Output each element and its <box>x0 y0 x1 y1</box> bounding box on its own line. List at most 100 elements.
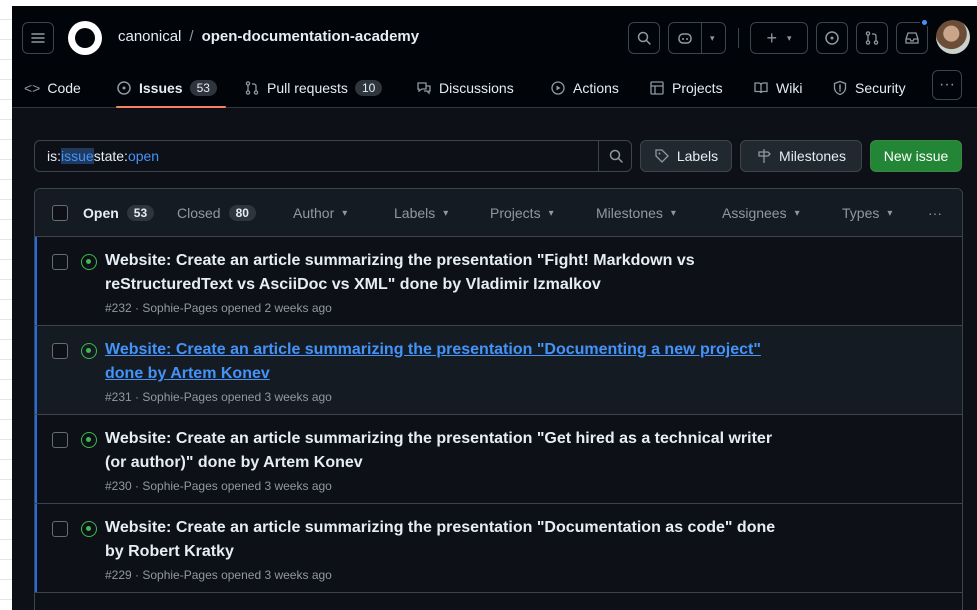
issue-opened-icon <box>117 81 131 95</box>
issue-title-link[interactable]: Website: Create an article summarizing t… <box>105 516 785 564</box>
closed-issues-filter[interactable]: Closed 80 <box>177 189 256 237</box>
issue-row[interactable]: Website: Create an article summarizing t… <box>35 237 962 326</box>
issue-title-link[interactable]: Website: Create an article summarizing t… <box>105 427 785 475</box>
issue-opened-icon <box>81 432 97 448</box>
milestones-button[interactable]: Milestones <box>740 140 862 172</box>
milestones-button-label: Milestones <box>779 148 846 164</box>
github-window: canonical / open-documentation-academy ▾… <box>12 6 977 610</box>
shield-icon <box>833 80 847 96</box>
row-highlight-bar <box>35 415 37 503</box>
issue-checkbox[interactable] <box>52 254 68 270</box>
tab-counter: 53 <box>189 80 217 96</box>
issue-checkbox[interactable] <box>52 343 68 359</box>
hamburger-menu-button[interactable] <box>22 22 54 54</box>
labels-button-label: Labels <box>676 148 719 164</box>
types-filter-dropdown[interactable]: Types ▾ <box>842 189 892 237</box>
assignees-label: Assignees <box>722 205 787 221</box>
issue-opened-icon <box>81 254 97 270</box>
your-pull-requests-button[interactable] <box>856 22 888 54</box>
more-options-button[interactable]: ··· <box>928 189 942 237</box>
filter-value: open <box>127 148 160 164</box>
git-pull-request-icon <box>245 81 259 95</box>
kebab-horizontal-icon: ··· <box>928 205 942 221</box>
chevron-down-icon: ▾ <box>443 207 449 219</box>
tab-issues[interactable]: Issues 53 <box>116 68 217 108</box>
comment-discussion-icon <box>417 82 431 95</box>
breadcrumb: canonical / open-documentation-academy <box>118 28 419 45</box>
tab-label: Pull requests <box>267 80 348 96</box>
author-label: Author <box>293 205 335 221</box>
issue-row[interactable]: Website: Create an article summarizing t… <box>35 326 962 415</box>
plus-icon: + <box>766 27 777 48</box>
open-issues-filter[interactable]: Open 53 <box>83 189 155 237</box>
breadcrumb-separator: / <box>189 28 194 45</box>
tab-code[interactable]: <> Code <box>24 68 81 108</box>
issue-row[interactable]: Website: Create an article summarizing t… <box>35 415 962 504</box>
create-new-button[interactable]: + ▾ <box>750 22 808 54</box>
issue-meta: #232 · Sophie-Pages opened 2 weeks ago <box>105 301 332 315</box>
filter-qualifier: state: <box>93 148 128 164</box>
search-icon <box>637 31 651 45</box>
more-tabs-button[interactable]: ··· <box>932 70 962 100</box>
app-header: canonical / open-documentation-academy ▾… <box>12 6 977 108</box>
tab-label: Actions <box>573 80 619 96</box>
labels-button[interactable]: Labels <box>640 140 732 172</box>
github-logo-icon[interactable] <box>68 21 102 55</box>
repo-nav-tabs: <> Code Issues 53 Pull requests 10 Discu… <box>12 68 977 108</box>
background-strip-left <box>0 0 12 610</box>
milestones-label: Milestones <box>596 205 663 221</box>
chevron-down-icon: ▾ <box>786 32 792 43</box>
chevron-down-icon: ▾ <box>710 32 715 43</box>
issue-checkbox[interactable] <box>52 521 68 537</box>
assignees-filter-dropdown[interactable]: Assignees ▾ <box>722 189 800 237</box>
issues-list-header: Open 53 Closed 80 Author ▾ Labels ▾ Projec… <box>35 189 962 237</box>
tab-label: Code <box>47 80 81 96</box>
repo-name-link[interactable]: open-documentation-academy <box>202 28 420 45</box>
table-icon <box>650 81 664 95</box>
issue-title-link[interactable]: Website: Create an article summarizing t… <box>105 338 785 386</box>
open-label: Open <box>83 205 119 221</box>
global-search-button[interactable] <box>628 22 660 54</box>
issue-row[interactable]: Website: Create an article summarizing t… <box>35 504 962 593</box>
code-icon: <> <box>24 80 41 96</box>
issue-title-link[interactable]: Website: Create an article summarizing t… <box>105 249 785 297</box>
user-avatar[interactable] <box>936 20 970 54</box>
tab-actions[interactable]: Actions <box>550 68 619 108</box>
new-issue-button[interactable]: New issue <box>870 140 962 172</box>
tag-icon <box>655 149 669 163</box>
selected-tab-indicator <box>116 106 226 108</box>
tab-label: Issues <box>139 80 183 96</box>
tab-projects[interactable]: Projects <box>649 68 723 108</box>
header-divider <box>738 28 739 48</box>
labels-filter-dropdown[interactable]: Labels ▾ <box>394 189 448 237</box>
your-issues-button[interactable] <box>816 22 848 54</box>
filter-value: issue <box>61 148 94 164</box>
issues-list: Open 53 Closed 80 Author ▾ Labels ▾ Projec… <box>34 188 963 610</box>
types-label: Types <box>842 205 880 221</box>
row-highlight-bar <box>35 504 37 592</box>
hamburger-icon <box>31 33 45 43</box>
author-filter-dropdown[interactable]: Author ▾ <box>293 189 347 237</box>
milestones-filter-dropdown[interactable]: Milestones ▾ <box>596 189 676 237</box>
tab-pull-requests[interactable]: Pull requests 10 <box>244 68 383 108</box>
book-icon <box>754 82 768 94</box>
notification-indicator <box>920 18 929 27</box>
issues-filter-input[interactable]: is: issue state: open <box>34 140 632 172</box>
copilot-icon <box>678 33 692 44</box>
copilot-button[interactable]: ▾ <box>668 22 726 54</box>
issue-checkbox[interactable] <box>52 432 68 448</box>
repo-owner-link[interactable]: canonical <box>118 28 181 45</box>
projects-filter-dropdown[interactable]: Projects ▾ <box>490 189 554 237</box>
new-issue-button-label: New issue <box>883 148 949 164</box>
tab-wiki[interactable]: Wiki <box>753 68 802 108</box>
tab-label: Wiki <box>776 80 803 96</box>
open-count: 53 <box>126 205 155 221</box>
labels-label: Labels <box>394 205 436 221</box>
tab-security[interactable]: Security <box>832 68 906 108</box>
select-all-checkbox[interactable] <box>52 205 68 221</box>
git-pull-request-icon <box>865 31 879 45</box>
filter-search-button[interactable] <box>598 140 632 172</box>
chevron-down-icon: ▾ <box>342 207 348 219</box>
tab-discussions[interactable]: Discussions <box>416 68 514 108</box>
issue-meta: #231 · Sophie-Pages opened 3 weeks ago <box>105 390 332 404</box>
